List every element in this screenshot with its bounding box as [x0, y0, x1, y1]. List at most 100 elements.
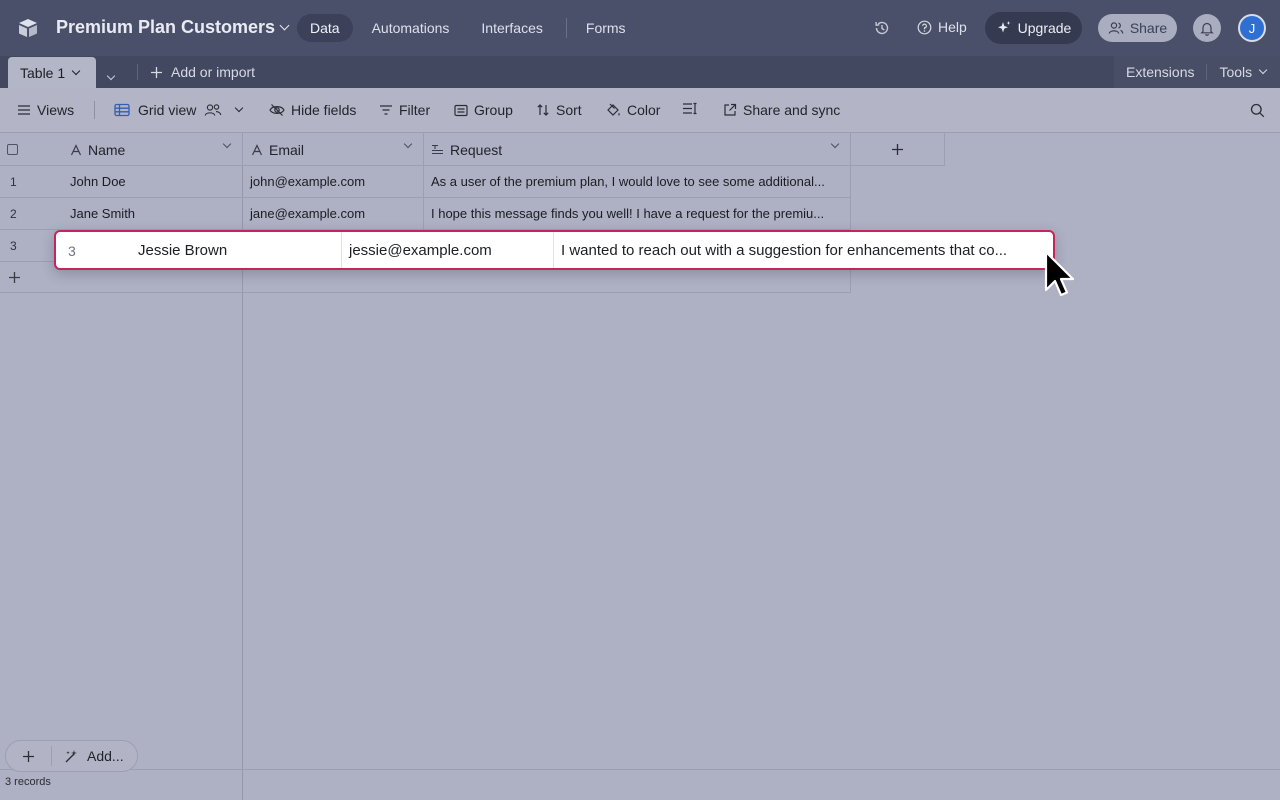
name-value: Jane Smith — [70, 206, 136, 221]
request-cell[interactable]: I hope this message finds you well! I ha… — [424, 198, 851, 230]
chevron-down-icon — [235, 103, 244, 113]
email-cell[interactable]: john@example.com — [243, 166, 424, 198]
tools-label: Tools — [1219, 64, 1253, 80]
chevron-down-icon[interactable] — [403, 139, 413, 149]
add-options-label: Add... — [87, 748, 124, 764]
nav-interfaces[interactable]: Interfaces — [468, 14, 555, 42]
footer-divider — [0, 769, 1280, 770]
tools-button[interactable]: Tools — [1219, 64, 1268, 80]
add-record-button[interactable] — [6, 746, 52, 766]
chevron-down-icon — [106, 71, 116, 81]
view-name: Grid view — [138, 102, 197, 118]
views-button[interactable]: Views — [17, 102, 74, 118]
primary-cell[interactable]: 1 John Doe — [0, 166, 243, 198]
chevron-down-icon[interactable] — [830, 139, 840, 149]
column-header-label: Email — [269, 142, 305, 158]
row-height-button[interactable] — [682, 102, 698, 115]
column-header-request[interactable]: Request — [424, 133, 851, 166]
name-value: Jessie Brown — [138, 242, 228, 259]
column-header-name[interactable]: Name — [0, 133, 243, 166]
cell-divider — [341, 232, 342, 268]
tabbar-right-divider — [1206, 64, 1208, 80]
grid-view-icon — [114, 103, 130, 117]
grid-view-switcher[interactable]: Grid view — [114, 102, 244, 118]
row-number: 3 — [10, 238, 17, 253]
magic-add-icon — [65, 749, 77, 762]
nav-forms[interactable]: Forms — [573, 14, 639, 42]
hide-fields-button[interactable]: Hide fields — [269, 102, 356, 118]
add-or-import-button[interactable]: Add or import — [150, 64, 255, 80]
color-button[interactable]: Color — [605, 102, 660, 118]
color-icon — [607, 103, 620, 116]
nav-data[interactable]: Data — [297, 14, 353, 42]
base-title[interactable]: Premium Plan Customers — [56, 17, 290, 38]
bell-icon — [1200, 22, 1214, 36]
add-options-button[interactable]: Add... — [64, 748, 124, 764]
search-icon[interactable] — [1250, 103, 1265, 118]
viewbar-divider — [94, 101, 95, 119]
nav-automations[interactable]: Automations — [359, 14, 463, 42]
upgrade-label: Upgrade — [1017, 20, 1072, 36]
upgrade-sparkle-icon — [997, 21, 1011, 33]
all-tables-dropdown[interactable] — [106, 66, 116, 84]
dragged-row[interactable]: 3 Jessie Brown jessie@example.com I want… — [54, 230, 1055, 270]
view-toolbar: Views Grid view Hide fields Filter Group… — [0, 88, 1280, 133]
collaborators-icon — [205, 104, 222, 116]
add-record-pill: Add... — [5, 740, 138, 772]
filter-icon — [380, 105, 392, 115]
base-logo-icon[interactable] — [16, 16, 40, 40]
nav-divider — [565, 18, 567, 38]
cell-divider — [553, 232, 554, 268]
column-header-label: Request — [450, 142, 503, 158]
long-text-field-icon — [432, 144, 443, 155]
email-cell[interactable]: jane@example.com — [243, 198, 424, 230]
tabbar-right: Extensions Tools — [1114, 56, 1280, 88]
tabbar-divider — [137, 64, 138, 80]
help-label: Help — [938, 19, 967, 35]
row-number: 1 — [10, 174, 17, 189]
group-button[interactable]: Group — [454, 102, 513, 118]
column-header-email[interactable]: Email — [243, 133, 424, 166]
group-label: Group — [474, 102, 513, 118]
upgrade-button[interactable]: Upgrade — [985, 12, 1082, 44]
tab-table-1[interactable]: Table 1 — [8, 57, 96, 88]
add-field-button[interactable] — [851, 133, 945, 166]
history-icon[interactable] — [873, 19, 891, 37]
select-all-checkbox[interactable] — [7, 144, 18, 155]
help-button[interactable]: Help — [917, 19, 967, 35]
text-field-icon — [251, 144, 263, 156]
email-value: jessie@example.com — [349, 242, 492, 259]
extensions-button[interactable]: Extensions — [1126, 64, 1194, 80]
share-label: Share — [1129, 20, 1168, 36]
request-value: I wanted to reach out with a suggestion … — [561, 242, 1008, 259]
share-and-sync-button[interactable]: Share and sync — [723, 102, 840, 118]
plus-icon — [23, 750, 34, 762]
plus-icon — [151, 66, 162, 78]
cursor-icon — [1044, 250, 1075, 297]
avatar[interactable]: J — [1238, 14, 1266, 42]
record-count: 3 records — [5, 776, 51, 788]
hide-fields-label: Hide fields — [291, 102, 357, 118]
share-button[interactable]: Share — [1098, 14, 1177, 42]
views-label: Views — [37, 102, 75, 118]
base-title-text: Premium Plan Customers — [56, 17, 276, 37]
share-people-icon — [1108, 22, 1124, 34]
column-header-label: Name — [88, 142, 126, 158]
add-or-import-label: Add or import — [171, 64, 256, 80]
chevron-down-icon — [1258, 65, 1268, 75]
primary-cell[interactable]: 2 Jane Smith — [0, 198, 243, 230]
menu-icon — [18, 105, 30, 115]
top-bar: Premium Plan Customers Data Automations … — [0, 0, 1280, 56]
sort-icon — [537, 104, 549, 116]
sort-button[interactable]: Sort — [536, 102, 582, 118]
plus-icon — [9, 272, 20, 283]
plus-icon — [892, 143, 903, 155]
help-icon — [917, 20, 932, 34]
row-number: 3 — [68, 243, 76, 259]
text-field-icon — [70, 144, 82, 156]
notifications-button[interactable] — [1193, 14, 1221, 42]
top-nav: Data Automations Interfaces Forms — [297, 14, 645, 42]
filter-button[interactable]: Filter — [379, 102, 430, 118]
request-cell[interactable]: As a user of the premium plan, I would l… — [424, 166, 851, 198]
chevron-down-icon[interactable] — [222, 139, 232, 149]
